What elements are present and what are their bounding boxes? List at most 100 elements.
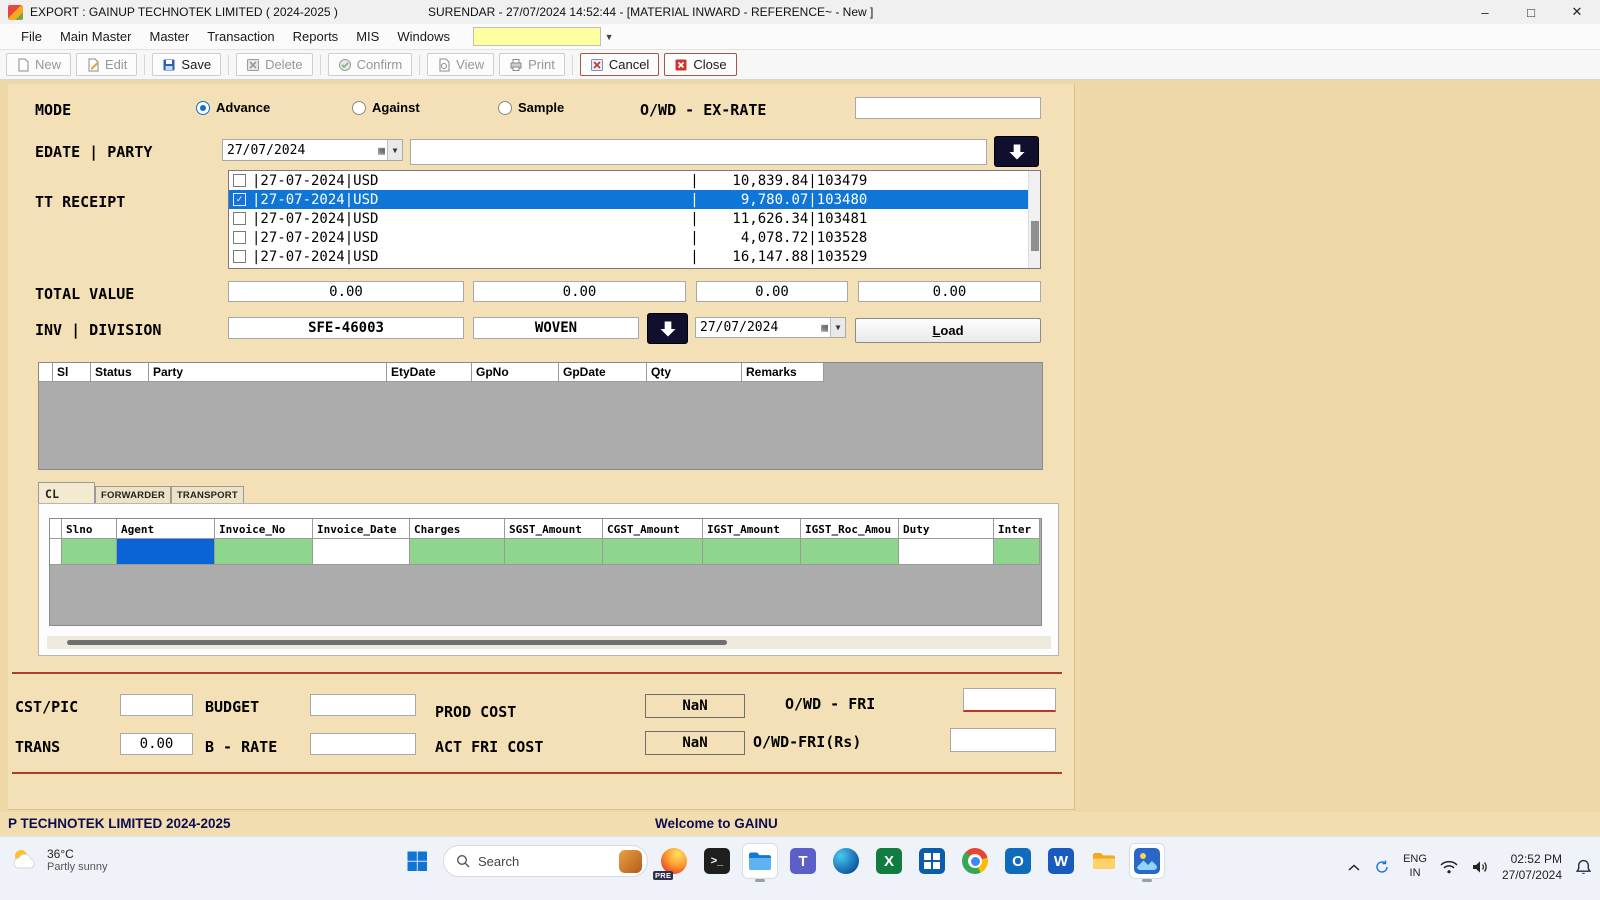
grid2-cell-agent[interactable] xyxy=(117,539,215,565)
inward-grid[interactable]: SlStatusPartyEtyDateGpNoGpDateQtyRemarks xyxy=(38,362,1043,470)
language-indicator[interactable]: ENG IN xyxy=(1403,853,1427,881)
maximize-button[interactable]: □ xyxy=(1508,0,1554,24)
charges-grid[interactable]: SlnoAgentInvoice_NoInvoice_DateChargesSG… xyxy=(49,518,1042,626)
grid2-cell-cgst-amount[interactable] xyxy=(603,539,703,565)
owd-fri-input[interactable] xyxy=(963,688,1056,712)
excel-icon[interactable]: X xyxy=(872,844,906,878)
notification-bell-icon[interactable] xyxy=(1575,859,1592,876)
scrollbar-thumb[interactable] xyxy=(67,640,727,645)
mode-radio-against[interactable]: Against xyxy=(352,100,420,115)
load-date-input[interactable]: 27/07/2024 ▦ ▼ xyxy=(695,317,846,338)
quick-search-input[interactable] xyxy=(473,27,601,46)
close-button[interactable]: Close xyxy=(664,53,736,76)
outlook-icon[interactable]: O xyxy=(1001,844,1035,878)
chevron-up-icon[interactable] xyxy=(1347,863,1361,872)
folder-icon[interactable] xyxy=(1087,844,1121,878)
load-date-dropdown-arrow[interactable]: ▼ xyxy=(830,318,845,337)
delete-button[interactable]: Delete xyxy=(236,53,313,76)
tt-receipt-row[interactable]: |27-07-2024|USD | 11,626.34|103481 xyxy=(229,209,1040,228)
cancel-button[interactable]: Cancel xyxy=(580,53,659,76)
clock[interactable]: 02:52 PM 27/07/2024 xyxy=(1502,851,1562,883)
menu-item-reports[interactable]: Reports xyxy=(284,24,348,49)
b-rate-input[interactable] xyxy=(310,733,416,755)
tab-forwarder[interactable]: FORWARDER xyxy=(95,486,171,503)
inv-input[interactable]: SFE-46003 xyxy=(228,317,464,339)
checkbox-unchecked-icon[interactable] xyxy=(233,231,246,244)
charges-grid-row[interactable] xyxy=(50,539,1041,565)
menu-item-main-master[interactable]: Main Master xyxy=(51,24,141,49)
menu-item-mis[interactable]: MIS xyxy=(347,24,388,49)
photos-icon[interactable] xyxy=(1130,844,1164,878)
terminal-icon[interactable]: >_ xyxy=(700,844,734,878)
tt-receipt-list[interactable]: |27-07-2024|USD | 10,839.84|103479✓|27-0… xyxy=(228,170,1041,269)
load-button[interactable]: Load xyxy=(855,318,1041,343)
view-button[interactable]: View xyxy=(427,53,494,76)
close-window-button[interactable]: ✕ xyxy=(1554,0,1600,24)
grid2-cell-sgst-amount[interactable] xyxy=(505,539,603,565)
minimize-button[interactable]: – xyxy=(1462,0,1508,24)
grid2-cell-charges[interactable] xyxy=(410,539,505,565)
grid2-cell-igst-roc-amou[interactable] xyxy=(801,539,899,565)
menu-item-file[interactable]: File xyxy=(12,24,51,49)
trans-input[interactable]: 0.00 xyxy=(120,733,193,755)
search-box[interactable]: Search xyxy=(443,845,648,877)
grid2-cell-inter[interactable] xyxy=(994,539,1040,565)
teams-icon[interactable]: T xyxy=(786,844,820,878)
volume-icon[interactable] xyxy=(1471,860,1489,874)
total-value-input-4[interactable]: 0.00 xyxy=(858,281,1041,302)
menu-item-windows[interactable]: Windows xyxy=(388,24,459,49)
tab-cl[interactable]: CL xyxy=(38,482,95,503)
cst-pic-input[interactable] xyxy=(120,694,193,716)
chrome-icon[interactable] xyxy=(958,844,992,878)
quick-dropdown-arrow[interactable]: ▼ xyxy=(601,27,617,46)
grid-app-icon[interactable] xyxy=(915,844,949,878)
party-lookup-button[interactable] xyxy=(994,136,1039,167)
menu-item-master[interactable]: Master xyxy=(140,24,198,49)
calendar-icon[interactable]: ▦ xyxy=(819,322,830,333)
wifi-icon[interactable] xyxy=(1440,860,1458,874)
print-button[interactable]: Print xyxy=(499,53,565,76)
start-button[interactable] xyxy=(400,844,434,878)
party-input[interactable] xyxy=(410,139,987,165)
edit-button[interactable]: Edit xyxy=(76,53,137,76)
word-icon[interactable]: W xyxy=(1044,844,1078,878)
grid2-cell-invoice-date[interactable] xyxy=(313,539,410,565)
checkbox-checked-icon[interactable]: ✓ xyxy=(233,193,246,206)
firefox-icon[interactable]: PRE xyxy=(657,844,691,878)
grid2-cell-duty[interactable] xyxy=(899,539,994,565)
total-value-input-1[interactable]: 0.00 xyxy=(228,281,464,302)
calendar-icon[interactable]: ▦ xyxy=(376,145,387,156)
total-value-input-2[interactable]: 0.00 xyxy=(473,281,686,302)
confirm-button[interactable]: Confirm xyxy=(328,53,413,76)
tt-receipt-row[interactable]: ✓|27-07-2024|USD | 9,780.07|103480 xyxy=(229,190,1040,209)
owd-fri-rs-input[interactable] xyxy=(950,728,1056,752)
division-input[interactable]: WOVEN xyxy=(473,317,639,339)
budget-input[interactable] xyxy=(310,694,416,716)
charges-grid-hscrollbar[interactable] xyxy=(47,636,1051,649)
save-button[interactable]: Save xyxy=(152,53,221,76)
inv-lookup-button[interactable] xyxy=(647,313,688,344)
search-highlight-icon[interactable] xyxy=(619,850,642,873)
mode-radio-advance[interactable]: Advance xyxy=(196,100,270,115)
grid2-cell-invoice-no[interactable] xyxy=(215,539,313,565)
mode-radio-sample[interactable]: Sample xyxy=(498,100,564,115)
sync-icon[interactable] xyxy=(1374,859,1390,875)
total-value-input-3[interactable]: 0.00 xyxy=(696,281,848,302)
grid2-cell-selector[interactable] xyxy=(50,539,62,565)
checkbox-unchecked-icon[interactable] xyxy=(233,212,246,225)
menu-item-transaction[interactable]: Transaction xyxy=(198,24,283,49)
file-explorer-icon[interactable] xyxy=(743,844,777,878)
edate-dropdown-arrow[interactable]: ▼ xyxy=(387,140,402,160)
tt-receipt-row[interactable]: |27-07-2024|USD | 16,147.88|103529 xyxy=(229,247,1040,266)
edge-icon[interactable] xyxy=(829,844,863,878)
tt-list-scrollbar[interactable] xyxy=(1028,171,1040,268)
grid2-cell-slno[interactable] xyxy=(62,539,117,565)
tab-transport[interactable]: TRANSPORT xyxy=(171,486,244,503)
exrate-input[interactable] xyxy=(855,97,1041,119)
checkbox-unchecked-icon[interactable] xyxy=(233,250,246,263)
new-button[interactable]: New xyxy=(6,53,71,76)
checkbox-unchecked-icon[interactable] xyxy=(233,174,246,187)
scrollbar-thumb[interactable] xyxy=(1031,221,1039,251)
edate-input[interactable]: 27/07/2024 ▦ ▼ xyxy=(222,139,403,161)
tt-receipt-row[interactable]: |27-07-2024|USD | 10,839.84|103479 xyxy=(229,171,1040,190)
